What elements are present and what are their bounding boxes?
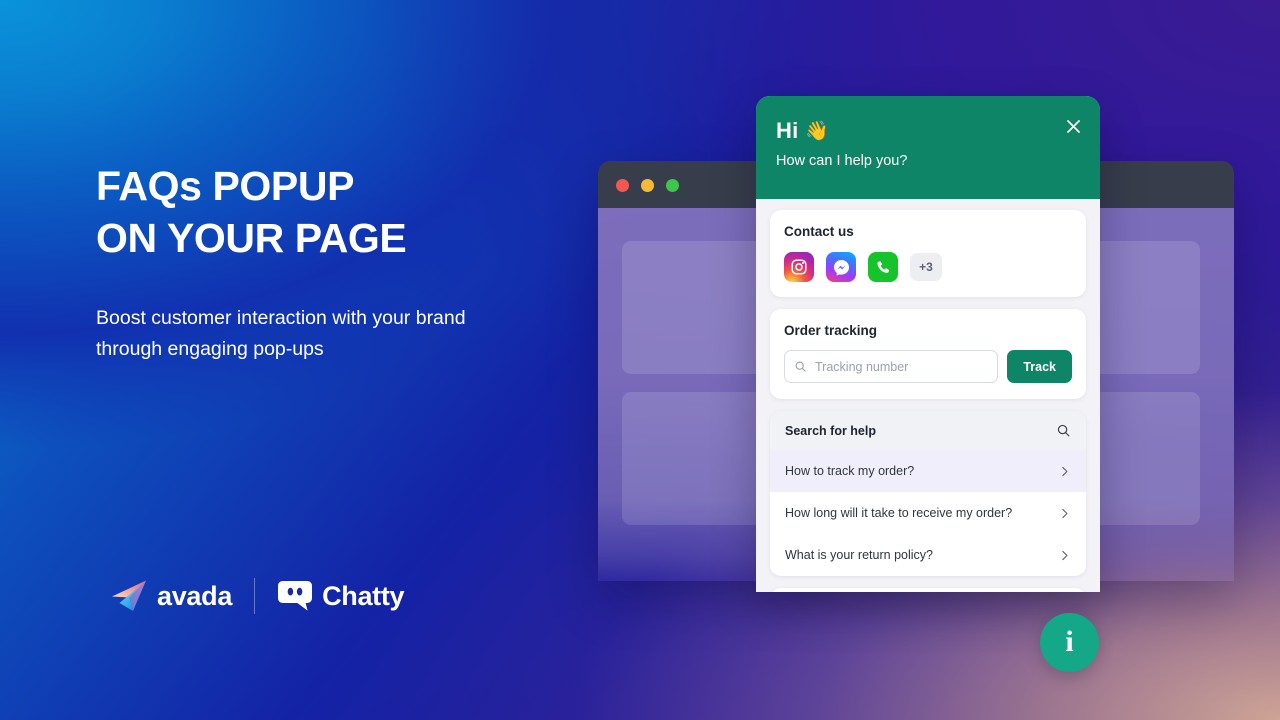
popup-subtitle: How can I help you? [776,153,908,169]
page-subtitle: Boost customer interaction with your bra… [96,307,466,360]
info-icon: i [1065,624,1074,658]
contact-channel-list: +3 [784,252,1072,282]
contact-us-title: Contact us [784,224,854,239]
faq-chat-popup: Hi 👋 How can I help you? Contact us +3 O… [756,96,1100,592]
avada-mark-icon [112,580,146,611]
headline-line-2: ON YOUR PAGE [96,215,407,262]
minimize-window-dot[interactable] [641,179,654,192]
chat-bubble-icon [278,581,313,611]
close-icon[interactable] [1062,115,1084,137]
faq-question-item[interactable]: How to track my order? [770,450,1086,492]
headline-line-1: FAQs POPUP [96,163,355,209]
search-icon [795,361,806,372]
help-faq-card: Search for help How to track my order? H… [770,411,1086,576]
faq-question-item[interactable]: What is your return policy? [770,534,1086,576]
search-icon [1057,424,1070,437]
chatty-logo: Chatty [277,579,405,613]
logo-divider [254,578,256,614]
track-button[interactable]: Track [1007,350,1072,383]
instagram-icon[interactable] [784,252,814,282]
order-tracking-card: Order tracking Track [770,309,1086,399]
messenger-icon[interactable] [826,252,856,282]
waving-hand-icon: 👋 [805,120,830,142]
faq-question-item[interactable]: How long will it take to receive my orde… [770,492,1086,534]
tracking-input-wrapper[interactable] [784,350,999,383]
search-for-help-label: Search for help [785,423,876,438]
contact-us-card: Contact us +3 [770,210,1086,297]
faq-question-label: What is your return policy? [785,548,933,562]
chevron-right-icon [1062,466,1068,476]
more-channels-badge[interactable]: +3 [910,253,942,281]
greeting-text: Hi [776,118,799,143]
popup-scroll-area[interactable]: Contact us +3 Order tracking Tracking nu… [756,210,1100,592]
poster-canvas: Hi 👋 How can I help you? Contact us +3 O… [0,0,1280,720]
avada-wordmark: avada [157,580,233,611]
order-tracking-row: Track [784,350,1072,383]
info-widget-button[interactable]: i [1040,613,1099,672]
close-window-dot[interactable] [616,179,629,192]
tracking-number-input[interactable] [813,358,989,375]
avada-logo: avada [110,579,232,613]
faq-question-label: How long will it take to receive my orde… [785,506,1013,520]
search-for-help-bar[interactable]: Search for help [770,411,1086,450]
categories-card: Categories View all [770,588,1086,592]
faq-question-label: How to track my order? [785,464,915,478]
order-tracking-title: Order tracking [784,323,878,338]
phone-icon[interactable] [868,252,898,282]
greeting-row: Hi 👋 [776,118,1080,144]
brand-logos: avada Chatty [110,578,405,614]
popup-header: Hi 👋 How can I help you? [756,96,1100,199]
chevron-right-icon [1062,550,1068,560]
maximize-window-dot[interactable] [666,179,679,192]
page-title: FAQs POPUP ON YOUR PAGE [96,160,407,265]
window-controls [616,179,679,192]
chatty-wordmark: Chatty [322,580,405,611]
chevron-right-icon [1062,508,1068,518]
